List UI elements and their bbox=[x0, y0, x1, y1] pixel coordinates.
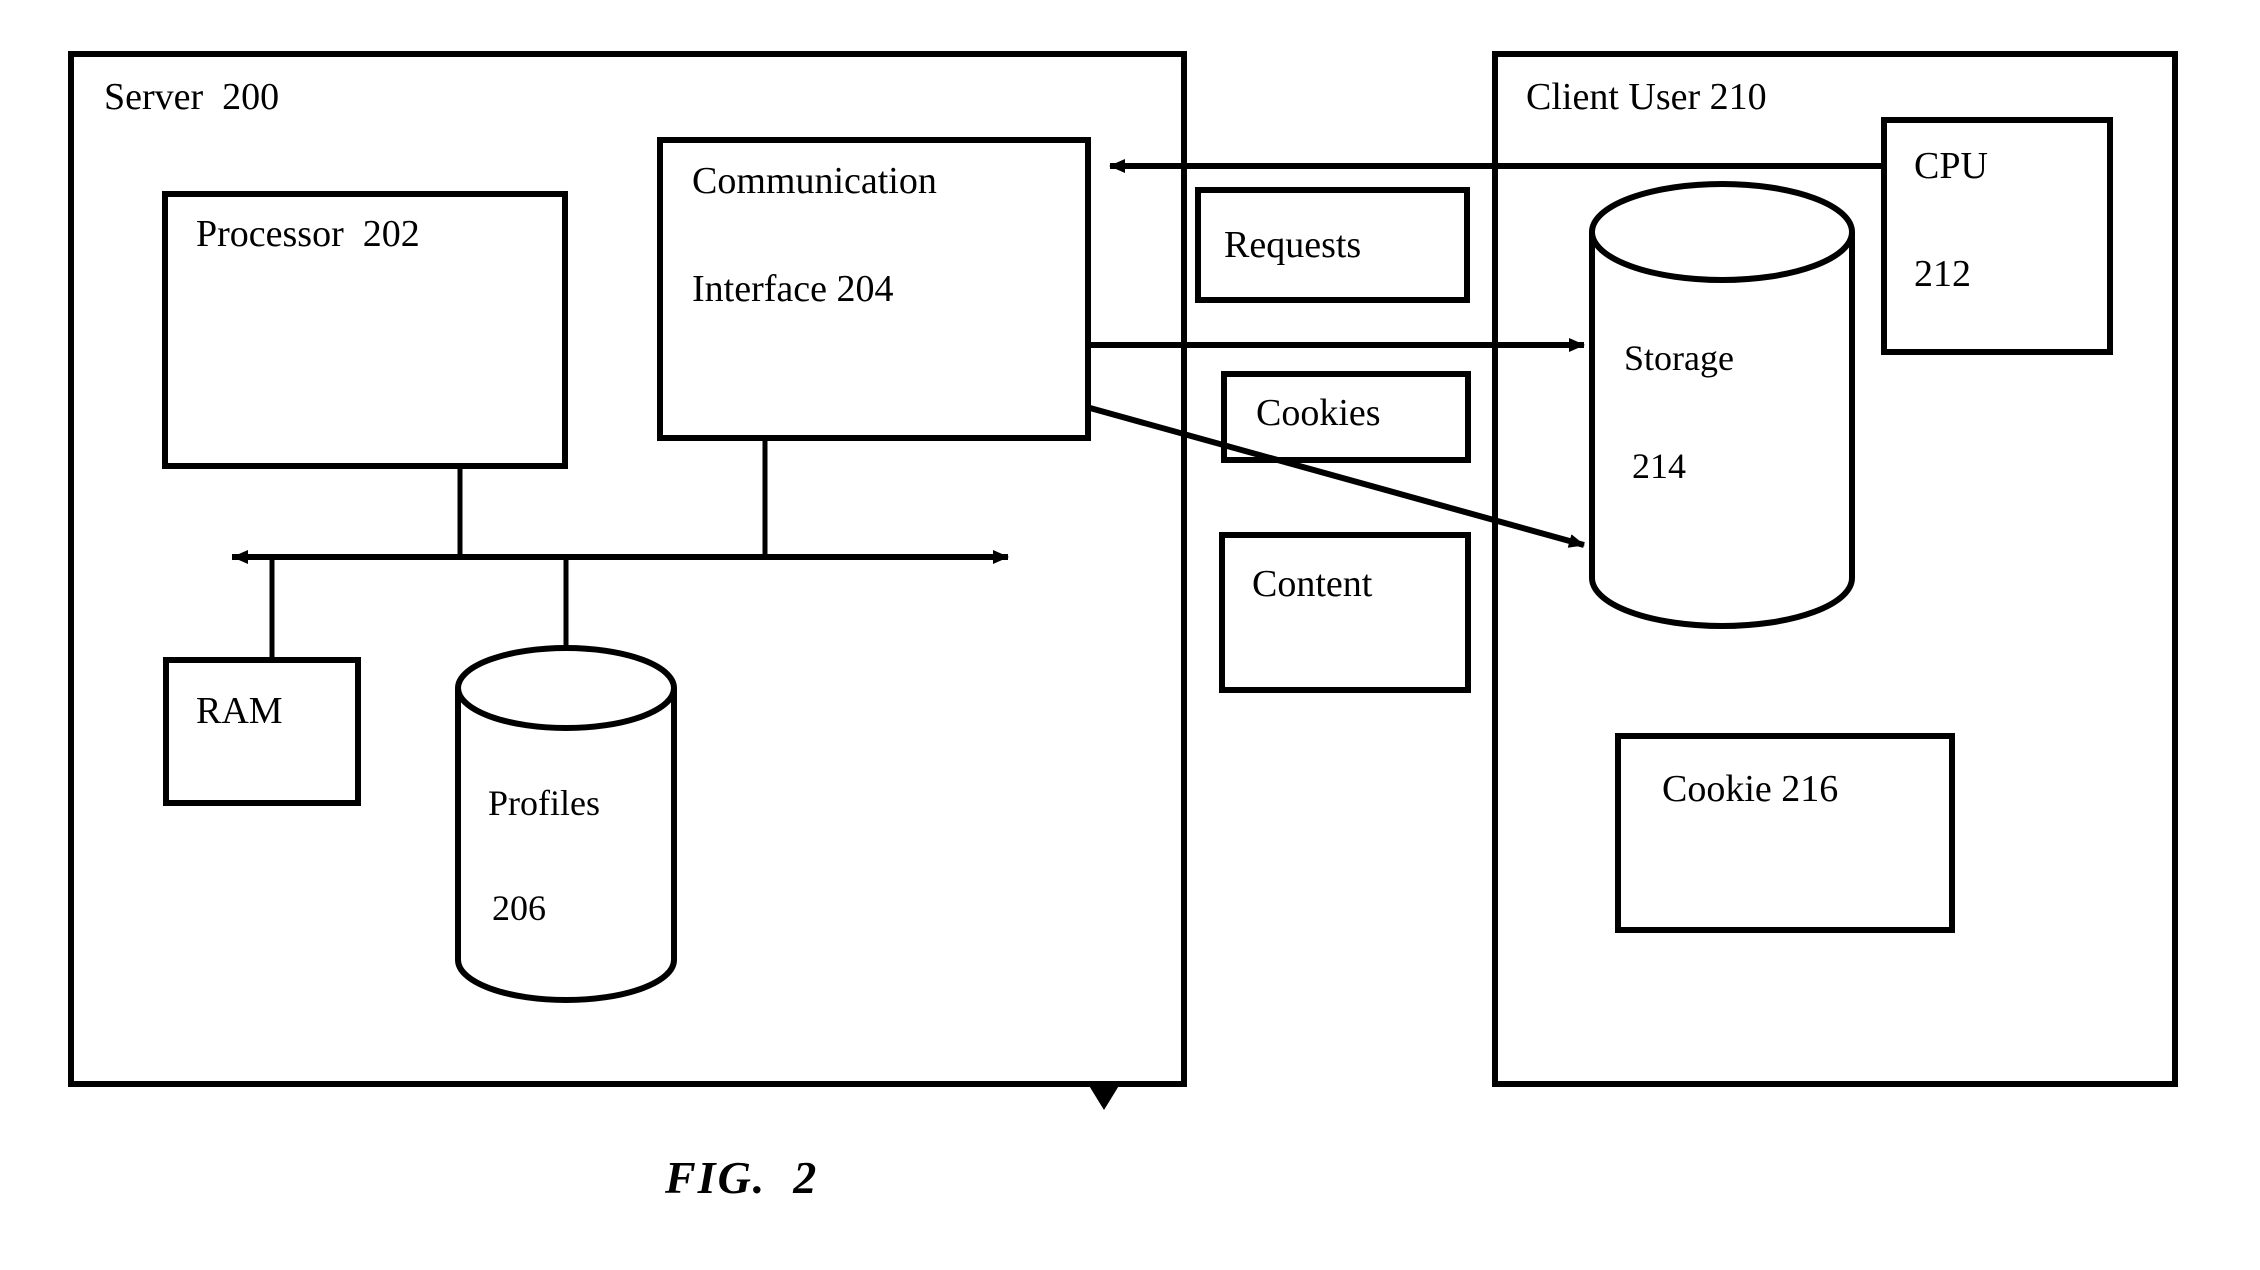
client-panel-title: Client User 210 bbox=[1526, 76, 1767, 118]
cpu-box-label-line2: 212 bbox=[1914, 253, 1971, 295]
communication-interface-label-line1: Communication bbox=[692, 160, 937, 202]
server-bus-left-arrowhead bbox=[232, 550, 248, 564]
patent-figure: Server 200 Processor 202 Communication I… bbox=[0, 0, 2260, 1270]
requests-box-label: Requests bbox=[1224, 224, 1362, 266]
processor-box-label: Processor 202 bbox=[196, 213, 420, 255]
diagram-canvas bbox=[68, 51, 2178, 1110]
ram-box-label: RAM bbox=[196, 690, 283, 732]
profiles-cylinder-label-line2: 206 bbox=[492, 888, 546, 928]
storage-cylinder-body[interactable] bbox=[1589, 232, 1855, 629]
storage-cylinder-label-line1: Storage bbox=[1624, 338, 1734, 378]
figure-caption: FIG. 2 bbox=[665, 1152, 819, 1203]
content-box-label: Content bbox=[1252, 563, 1373, 605]
storage-cylinder-top bbox=[1589, 181, 1855, 283]
cookies-box-label: Cookies bbox=[1256, 392, 1381, 434]
cpu-box-label-line1: CPU bbox=[1914, 145, 1988, 187]
profiles-cylinder-body[interactable] bbox=[455, 688, 677, 1003]
server-bottom-arrowhead bbox=[1088, 1084, 1120, 1110]
content-box[interactable] bbox=[1219, 532, 1471, 693]
communication-interface-label-line2: Interface 204 bbox=[692, 268, 894, 310]
storage-cylinder-label-line2: 214 bbox=[1632, 446, 1686, 486]
profiles-cylinder-label-line1: Profiles bbox=[488, 783, 600, 823]
cookie-box[interactable] bbox=[1615, 733, 1955, 933]
profiles-cylinder-top bbox=[455, 645, 677, 731]
cookie-box-label: Cookie 216 bbox=[1662, 768, 1839, 810]
server-panel-title: Server 200 bbox=[104, 76, 280, 118]
